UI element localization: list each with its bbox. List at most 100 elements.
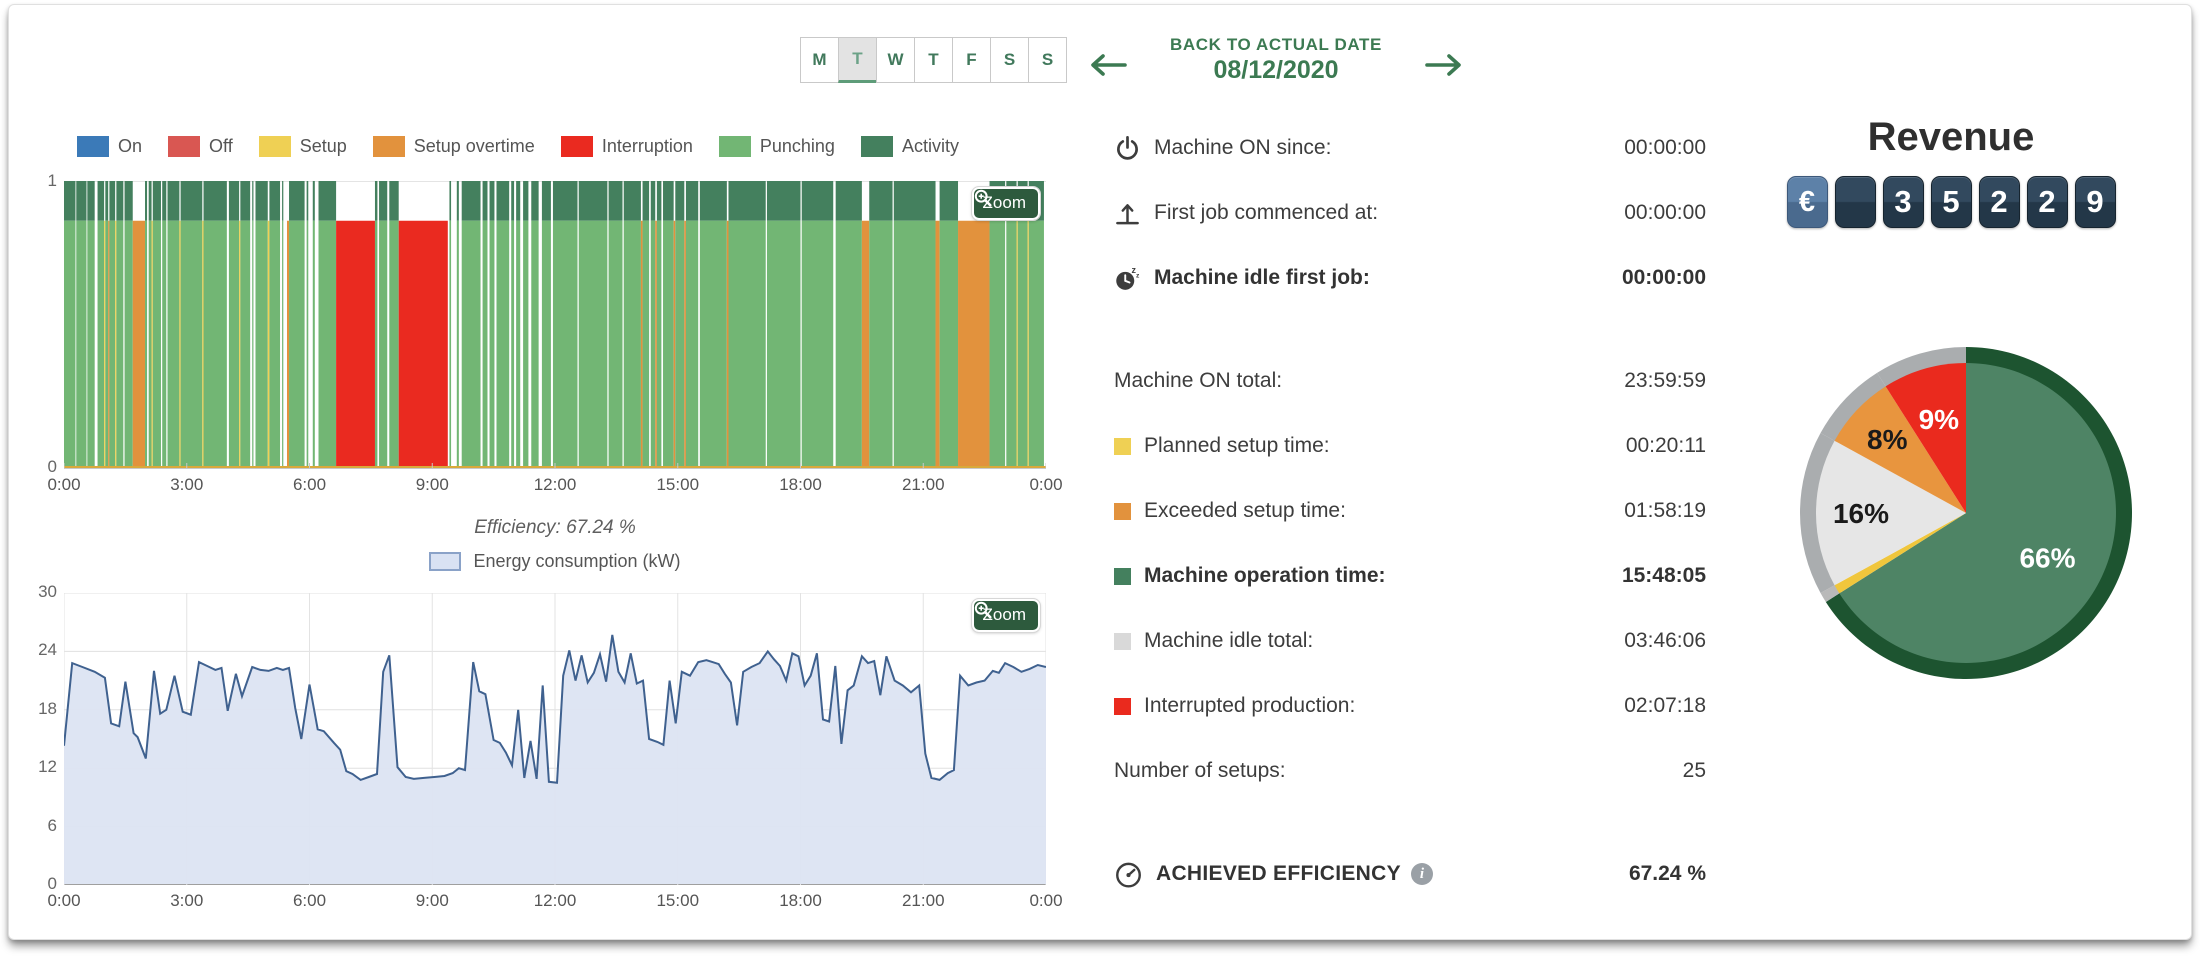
timeline-x-tick: 0:00 <box>47 475 80 495</box>
revenue-counter: €35229 <box>1787 176 2116 228</box>
first-job-icon <box>1114 199 1141 227</box>
info-icon[interactable]: i <box>1411 863 1433 885</box>
stat-label: Machine idle first job: <box>1154 266 1370 290</box>
timeline-x-tick: 12:00 <box>534 475 577 495</box>
energy-x-tick: 0:00 <box>47 891 80 911</box>
stat-row-main-4: Machine idle total: 03:46:06 <box>1114 626 1706 656</box>
legend-label: Setup overtime <box>414 136 535 157</box>
stat-swatch <box>1114 633 1131 650</box>
stat-label: Exceeded setup time: <box>1144 499 1346 523</box>
stat-value: 25 <box>1683 759 1706 783</box>
stat-label: Planned setup time: <box>1144 434 1330 458</box>
pie-slice-label-0: 66% <box>2019 543 2075 574</box>
magnifier-plus-icon <box>974 189 992 207</box>
stat-value: 03:46:06 <box>1624 629 1706 653</box>
legend-item-off: Off <box>168 136 233 157</box>
timeline-x-axis: 0:003:006:009:0012:0015:0018:0021:000:00 <box>64 475 1046 497</box>
energy-x-tick: 21:00 <box>902 891 945 911</box>
stat-row-efficiency: ACHIEVED EFFICIENCYi67.24 % <box>1114 859 1706 889</box>
stat-row-main-5: Interrupted production:02:07:18 <box>1114 691 1706 721</box>
legend-swatch <box>168 136 200 157</box>
legend-item-activity: Activity <box>861 136 959 157</box>
timeline-ytick-1: 1 <box>17 171 57 191</box>
stat-label: Machine idle total: <box>1144 629 1313 653</box>
arrow-right-icon[interactable] <box>1425 51 1463 79</box>
revenue-digit-4: 2 <box>1979 176 2020 228</box>
energy-legend-swatch <box>429 552 461 571</box>
power-icon <box>1114 134 1141 162</box>
day-tab-4[interactable]: F <box>952 37 991 83</box>
timeline-x-tick: 9:00 <box>416 475 449 495</box>
pie-slice-label-4: 9% <box>1919 404 1960 435</box>
legend-swatch <box>861 136 893 157</box>
day-tab-2[interactable]: W <box>876 37 915 83</box>
day-selector: MTWTFSS <box>801 37 1067 83</box>
timeline-x-tick: 3:00 <box>170 475 203 495</box>
svg-text:z: z <box>1136 272 1140 279</box>
legend-label: Interruption <box>602 136 693 157</box>
energy-x-tick: 9:00 <box>416 891 449 911</box>
energy-x-tick: 6:00 <box>293 891 326 911</box>
stat-label: Machine ON total: <box>1114 369 1282 393</box>
idle-clock-icon: zz <box>1114 264 1141 292</box>
time-distribution-pie-chart: 66% 16% 8% 9% <box>1774 341 2174 701</box>
day-tab-0[interactable]: M <box>800 37 839 83</box>
back-to-actual-date[interactable]: BACK TO ACTUAL DATE 08/12/2020 <box>1141 35 1411 85</box>
euro-icon: € <box>1787 176 1828 228</box>
stat-value: 67.24 % <box>1629 862 1706 886</box>
legend-label: Setup <box>300 136 347 157</box>
legend-item-setup: Setup <box>259 136 347 157</box>
pie-slice-label-2: 16% <box>1833 498 1889 529</box>
day-tab-5[interactable]: S <box>990 37 1029 83</box>
revenue-digit-5: 2 <box>2027 176 2068 228</box>
stat-label: Number of setups: <box>1114 759 1286 783</box>
stat-value: 00:20:11 <box>1626 434 1706 458</box>
arrow-left-icon[interactable] <box>1089 51 1127 79</box>
stat-value: 00:00:00 <box>1624 201 1706 225</box>
stat-row-main-0: Machine ON total: 23:59:59 <box>1114 366 1706 396</box>
energy-zoom-button[interactable]: Zoom <box>972 599 1040 632</box>
day-tab-1[interactable]: T <box>838 37 877 83</box>
legend-swatch <box>373 136 405 157</box>
date-navigation: BACK TO ACTUAL DATE 08/12/2020 <box>1075 35 1477 85</box>
stat-value: 00:00:00 <box>1622 266 1706 290</box>
stat-value: 15:48:05 <box>1622 564 1706 588</box>
stat-swatch <box>1114 568 1131 585</box>
energy-x-tick: 0:00 <box>1029 891 1062 911</box>
day-tab-6[interactable]: S <box>1028 37 1067 83</box>
legend-swatch <box>561 136 593 157</box>
magnifier-plus-icon <box>974 601 992 619</box>
energy-y-tick: 30 <box>17 582 57 602</box>
revenue-digit-1 <box>1835 176 1876 228</box>
legend-swatch <box>77 136 109 157</box>
stat-row-main-6: Number of setups: 25 <box>1114 756 1706 786</box>
energy-x-tick: 15:00 <box>656 891 699 911</box>
energy-legend: Energy consumption (kW) <box>64 551 1046 572</box>
energy-legend-label: Energy consumption (kW) <box>473 551 680 572</box>
stat-row-top-2: zz Machine idle first job: 00:00:00 <box>1114 263 1706 293</box>
gauge-icon <box>1114 860 1143 889</box>
energy-y-tick: 18 <box>17 699 57 719</box>
revenue-title: Revenue <box>1741 115 2161 160</box>
legend-label: Activity <box>902 136 959 157</box>
legend-swatch <box>719 136 751 157</box>
pie-slice-label-3: 8% <box>1867 424 1908 455</box>
energy-chart: Zoom <box>64 593 1046 885</box>
stat-label: Machine ON since: <box>1154 136 1331 160</box>
day-tab-3[interactable]: T <box>914 37 953 83</box>
stat-label: Machine operation time: <box>1144 564 1386 588</box>
stat-value: 01:58:19 <box>1624 499 1706 523</box>
stat-value: 23:59:59 <box>1624 369 1706 393</box>
legend-item-interruption: Interruption <box>561 136 693 157</box>
legend-label: On <box>118 136 142 157</box>
timeline-zoom-button[interactable]: Zoom <box>972 187 1040 220</box>
legend-swatch <box>259 136 291 157</box>
stat-value: 02:07:18 <box>1624 694 1706 718</box>
revenue-panel: Revenue €35229 <box>1741 115 2161 228</box>
energy-y-tick: 6 <box>17 816 57 836</box>
timeline-x-tick: 15:00 <box>656 475 699 495</box>
stats-panel: Machine ON since:00:00:00First job comme… <box>1114 133 1706 893</box>
revenue-digit-2: 3 <box>1883 176 1924 228</box>
stat-row-top-1: First job commenced at:00:00:00 <box>1114 198 1706 228</box>
stat-swatch <box>1114 438 1131 455</box>
